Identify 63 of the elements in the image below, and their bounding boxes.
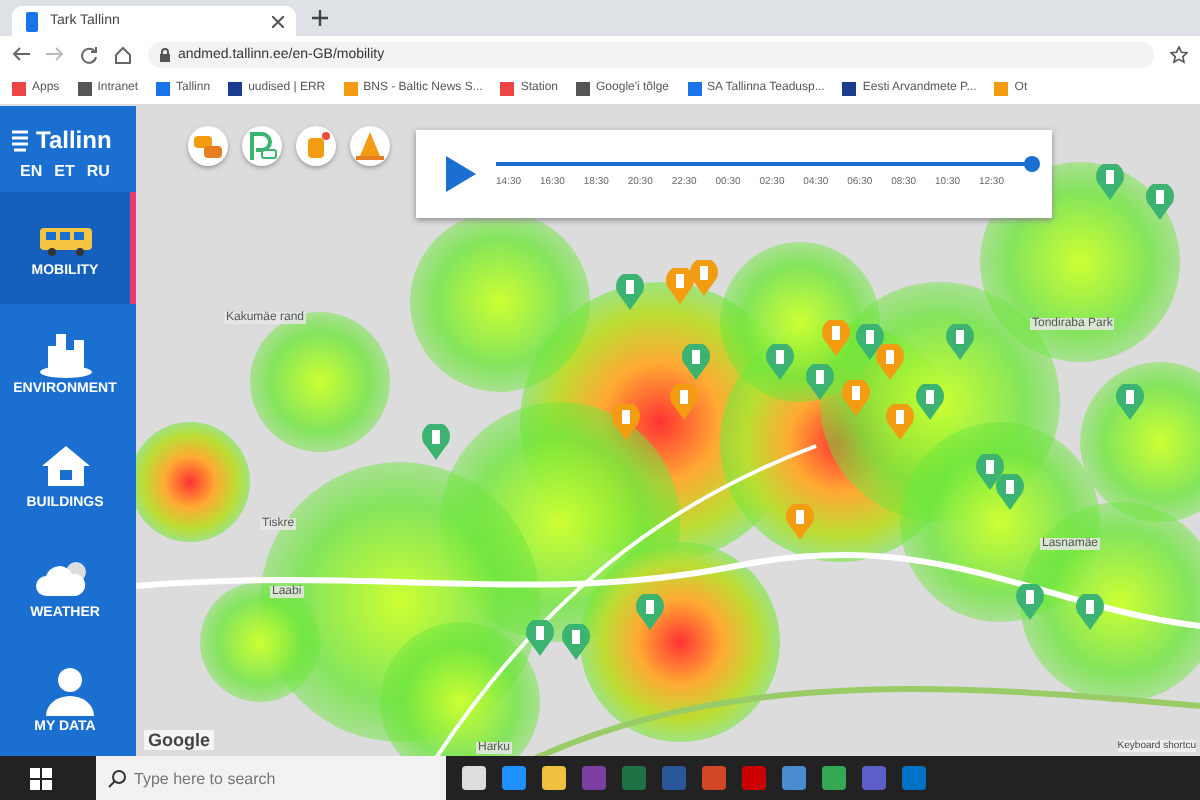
accident-layer-button[interactable] xyxy=(296,126,336,166)
taskbar-app-icon[interactable] xyxy=(782,766,806,790)
star-icon[interactable] xyxy=(1170,45,1188,63)
taskbar-app-icon[interactable] xyxy=(622,766,646,790)
play-button[interactable] xyxy=(444,156,476,192)
home-icon[interactable] xyxy=(114,45,132,63)
new-tab-icon[interactable] xyxy=(312,10,328,26)
parking-pin-icon[interactable] xyxy=(946,324,974,360)
parking-pin-icon[interactable] xyxy=(1146,184,1174,220)
taskbar-app-icon[interactable] xyxy=(542,766,566,790)
parking-pin-icon[interactable] xyxy=(616,274,644,310)
reload-icon[interactable] xyxy=(80,45,98,63)
parking-pin-icon[interactable] xyxy=(636,594,664,630)
parking-pin-icon[interactable] xyxy=(806,364,834,400)
parking-pin-icon[interactable] xyxy=(526,620,554,656)
traffic-cone-icon xyxy=(354,130,386,162)
taskbar-app-icon[interactable] xyxy=(502,766,526,790)
parking-pin-icon[interactable] xyxy=(916,384,944,420)
language-link[interactable]: EN xyxy=(20,162,43,180)
language-link[interactable]: ET xyxy=(54,162,75,180)
language-link[interactable]: RU xyxy=(86,162,110,180)
taskbar-app-icon[interactable] xyxy=(582,766,606,790)
parking-pin-icon[interactable] xyxy=(1076,594,1104,630)
parking-icon xyxy=(246,130,278,162)
parking-pin-icon[interactable] xyxy=(1116,384,1144,420)
cone-pin-icon[interactable] xyxy=(842,380,870,416)
tallinn-logo: Tallinn xyxy=(36,126,112,154)
parking-pin-icon[interactable] xyxy=(996,474,1024,510)
parking-layer-button[interactable] xyxy=(242,126,282,166)
parking-pin-icon[interactable] xyxy=(422,424,450,460)
logo-icon xyxy=(12,129,28,151)
slider-handle[interactable] xyxy=(1024,155,1040,171)
taskbar-app-icon[interactable] xyxy=(742,766,766,790)
cone-pin-icon[interactable] xyxy=(886,404,914,440)
lock-icon xyxy=(160,47,170,61)
search-icon xyxy=(108,769,126,787)
taskbar-app-icon[interactable] xyxy=(862,766,886,790)
taskbar-app-icon[interactable] xyxy=(902,766,926,790)
taskbar-app-icon[interactable] xyxy=(822,766,846,790)
cone-pin-icon[interactable] xyxy=(612,404,640,440)
cone-pin-icon[interactable] xyxy=(786,504,814,540)
cone-pin-icon[interactable] xyxy=(690,260,718,296)
back-icon[interactable] xyxy=(12,46,30,62)
taskbar-app-icon[interactable] xyxy=(462,766,486,790)
taskbar-app-icon[interactable] xyxy=(662,766,686,790)
page-icon xyxy=(24,11,40,31)
parking-pin-icon[interactable] xyxy=(1096,164,1124,200)
traffic-layer-button[interactable] xyxy=(188,126,228,166)
google-attribution: Google xyxy=(144,730,214,750)
parking-pin-icon[interactable] xyxy=(766,344,794,380)
roadwork-layer-button[interactable] xyxy=(350,126,390,166)
cars-icon xyxy=(192,132,224,160)
taskbar-app-icon[interactable] xyxy=(702,766,726,790)
parking-pin-icon[interactable] xyxy=(682,344,710,380)
forward-icon[interactable] xyxy=(46,46,64,62)
taskbar-search-box[interactable]: Type here to search xyxy=(96,756,446,800)
cone-pin-icon[interactable] xyxy=(666,268,694,304)
close-icon[interactable] xyxy=(272,15,284,27)
parking-pin-icon[interactable] xyxy=(1016,584,1044,620)
cone-pin-icon[interactable] xyxy=(670,384,698,420)
parking-pin-icon[interactable] xyxy=(562,624,590,660)
cone-pin-icon[interactable] xyxy=(876,344,904,380)
cone-pin-icon[interactable] xyxy=(822,320,850,356)
